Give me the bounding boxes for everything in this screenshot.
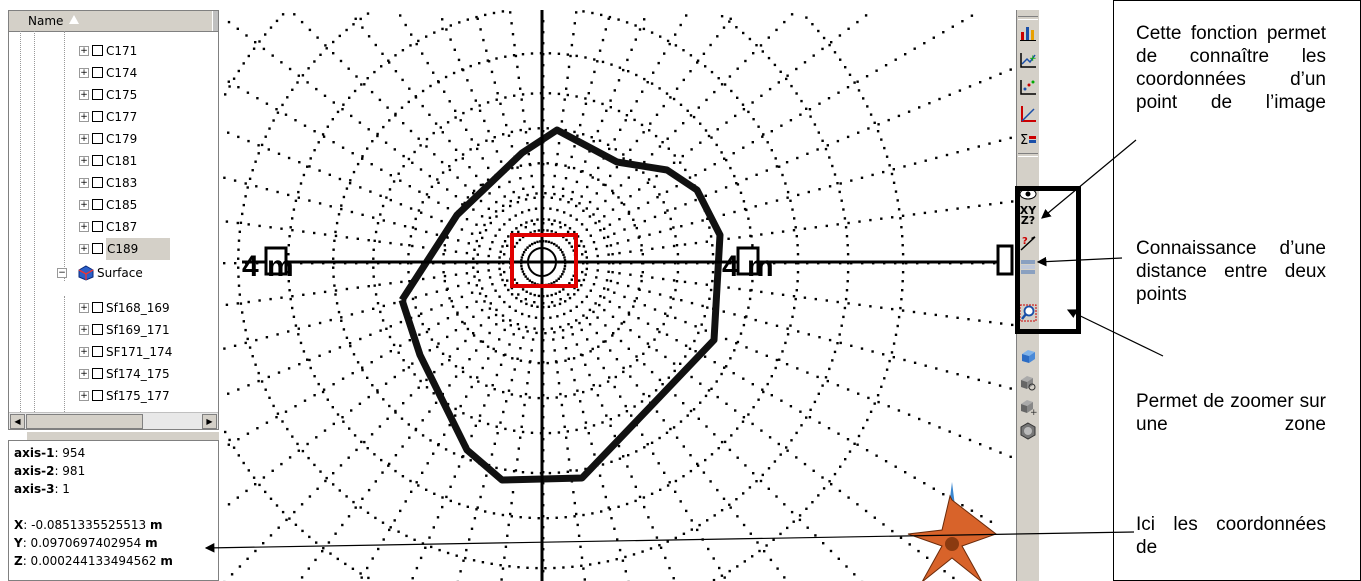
annotation-zoom: Permet de zoomer sur une zone [1136,391,1326,435]
checkbox[interactable] [92,111,103,122]
horizontal-scrollbar[interactable]: ◀ ▶ [9,412,218,429]
checkbox[interactable] [92,243,103,254]
svg-text:+: + [1030,408,1037,416]
y-coordinate-readout: Y: 0.0970697402954 m [14,536,158,550]
add-object-icon[interactable]: + [1019,398,1037,416]
checkbox[interactable] [92,89,103,100]
cube-icon[interactable] [1019,347,1037,365]
panel-splitter[interactable] [27,432,219,440]
checkbox[interactable] [92,45,103,56]
checkbox[interactable] [92,133,103,144]
expand-icon[interactable]: + [79,46,89,56]
tree-group-surface[interactable]: − Surface [57,262,207,284]
scale-label-left: 4 m [242,250,294,283]
expand-icon[interactable]: + [79,222,89,232]
expand-icon[interactable]: + [79,325,89,335]
axis-3-readout: axis-3: 1 [14,482,70,496]
expand-icon[interactable]: + [79,369,89,379]
crosshair [242,10,1014,581]
checkbox[interactable] [92,368,103,379]
scroll-thumb[interactable] [26,414,143,429]
axis-2-readout: axis-2: 981 [14,464,86,478]
svg-text:Σ: Σ [1020,133,1028,148]
surface-icon [78,265,94,281]
sort-ascending-icon [69,15,79,24]
scan-image-view[interactable]: 4 m 4 m [222,10,1016,581]
sphere-object-icon[interactable] [1019,422,1037,440]
checkbox[interactable] [92,67,103,78]
svg-text:+: + [1029,54,1037,64]
scroll-right-icon[interactable]: ▶ [202,414,217,429]
expand-icon[interactable]: + [79,244,89,254]
expand-icon[interactable]: + [79,303,89,313]
checkbox[interactable] [92,324,103,335]
scale-label-right: 4 m [722,250,774,283]
annotation-coordinates: Cette fonction permet de connaître les c… [1136,23,1326,113]
scan-point-grid [223,10,1016,581]
expand-icon[interactable]: + [79,200,89,210]
coordinates-info-panel: axis-1: 954 axis-2: 981 axis-3: 1 X: -0.… [8,440,219,581]
expand-icon[interactable]: + [79,134,89,144]
scroll-left-icon[interactable]: ◀ [10,414,25,429]
checkbox[interactable] [92,390,103,401]
expand-icon[interactable]: + [79,178,89,188]
name-column-label: Name [28,14,64,28]
axis-plot-icon[interactable] [1019,105,1037,123]
axis-1-readout: axis-1: 954 [14,446,86,460]
compass-rose-icon [907,482,998,581]
checkbox[interactable] [92,221,103,232]
checkbox[interactable] [92,177,103,188]
collapse-icon[interactable]: − [57,268,67,278]
histogram-icon[interactable] [1019,24,1037,42]
checkbox[interactable] [92,346,103,357]
expand-icon[interactable]: + [79,347,89,357]
select-object-icon[interactable] [1019,374,1037,392]
expand-icon[interactable]: + [79,112,89,122]
tree-panel[interactable]: Name + C171 + C174 + C175 + C177 + C179 + C181… [8,10,219,430]
tree-column-header[interactable]: Name [9,11,218,32]
checkbox[interactable] [92,155,103,166]
expand-icon[interactable]: + [79,68,89,78]
checkbox[interactable] [92,199,103,210]
annotation-distance: Connaissance d’une distance entre deux p… [1136,238,1326,305]
scatter-icon[interactable] [1019,78,1037,96]
expand-icon[interactable]: + [79,391,89,401]
z-coordinate-readout: Z: 0.000244133494562 m [14,554,173,568]
annotation-panel: Cette fonction permet de connaître les c… [1113,0,1361,581]
chart-add-icon[interactable]: + [1019,51,1037,69]
sigma-chart-icon[interactable]: Σ [1019,130,1037,148]
annotation-coords-display: Ici les coordonnées de [1136,514,1326,558]
expand-icon[interactable]: + [79,156,89,166]
checkbox[interactable] [92,302,103,313]
x-coordinate-readout: X: -0.0851335525513 m [14,518,163,532]
header-resize-grip[interactable] [212,11,218,31]
tools-highlight-box [1015,186,1081,334]
expand-icon[interactable]: + [79,90,89,100]
